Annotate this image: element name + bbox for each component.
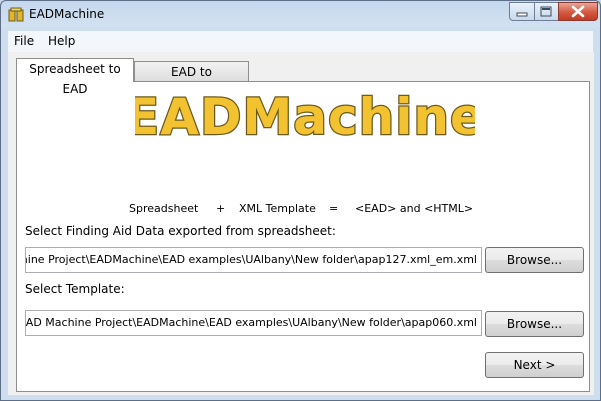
minimize-icon: [516, 12, 528, 17]
template-path-input[interactable]: C:\Users\Documents\EAD Machine Project\E…: [25, 310, 482, 336]
title-bar[interactable]: EADMachine: [1, 1, 600, 29]
tab-spreadsheet-to-ead[interactable]: Spreadsheet to EAD: [16, 58, 134, 96]
formula-template: XML Template: [239, 202, 316, 215]
menu-file[interactable]: File: [14, 34, 34, 48]
tab-ead-to-spreadsheet[interactable]: EAD to Spreadsheet: [134, 61, 249, 99]
formula-plus: +: [216, 202, 226, 215]
maximize-icon: [540, 6, 552, 17]
close-button[interactable]: [558, 2, 598, 21]
formula-spreadsheet: Spreadsheet: [129, 202, 199, 215]
next-button[interactable]: Next >: [485, 352, 584, 378]
menu-help[interactable]: Help: [48, 34, 75, 48]
menu-bar: File Help: [8, 31, 593, 52]
app-icon: [8, 7, 24, 22]
close-icon: [571, 5, 585, 18]
data-file-path-input[interactable]: C:\Users\Documents\EAD Machine Project\E…: [25, 247, 482, 273]
tab-panel: EADMachine Spreadsheet + XML Template = …: [16, 81, 590, 392]
formula-result: <EAD> and <HTML>: [355, 202, 474, 215]
template-label: Select Template:: [25, 282, 125, 296]
browse-template-button[interactable]: Browse...: [485, 311, 584, 337]
eadmachine-logo: EADMachine: [135, 87, 475, 148]
logo-text: EADMachine: [135, 88, 475, 146]
formula-equals: =: [329, 202, 339, 215]
window-title: EADMachine: [29, 7, 105, 21]
app-window: EADMachine File Help Spreadsheet to EAD …: [0, 0, 601, 401]
data-file-label: Select Finding Aid Data exported from sp…: [25, 224, 336, 238]
minimize-button[interactable]: [509, 2, 535, 21]
maximize-button[interactable]: [534, 2, 559, 21]
browse-data-button[interactable]: Browse...: [485, 247, 584, 273]
client-area: Spreadsheet to EAD EAD to Spreadsheet EA…: [8, 52, 594, 395]
